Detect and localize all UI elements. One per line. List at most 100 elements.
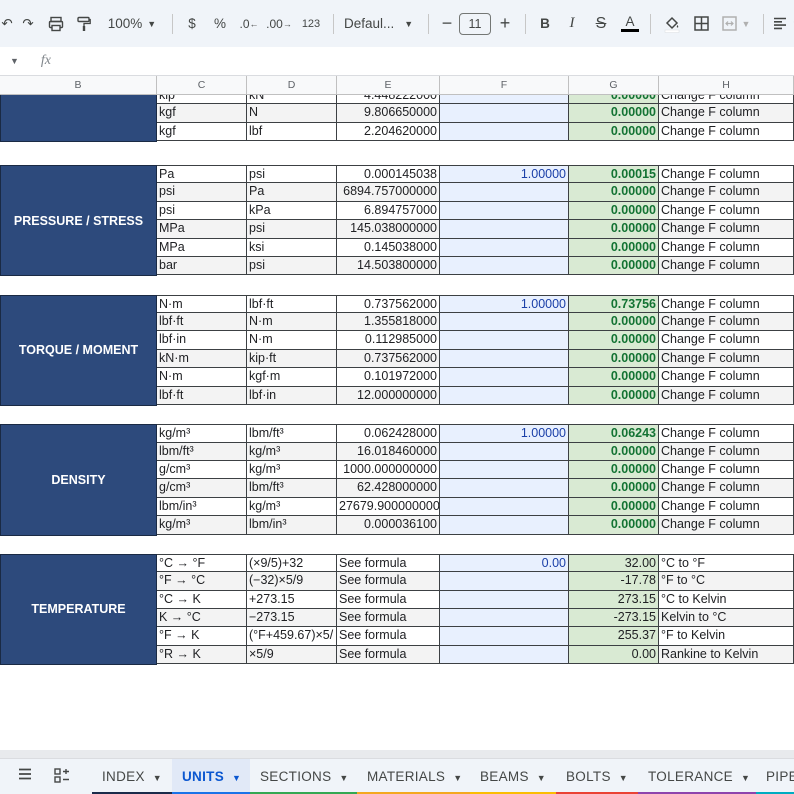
section-title-density[interactable]: DENSITY (0, 424, 157, 536)
note-cell[interactable]: Change F column (659, 442, 794, 461)
fill-color-icon[interactable] (657, 10, 687, 38)
input-cell[interactable] (440, 331, 569, 350)
result-cell[interactable]: 0.73756 (569, 294, 659, 313)
from-unit-cell[interactable]: lbf·ft (157, 313, 247, 332)
tab-units[interactable]: UNITS ▼ (172, 759, 250, 794)
result-cell[interactable]: 0.00000 (569, 313, 659, 332)
result-cell[interactable]: 0.00000 (569, 257, 659, 276)
from-unit-cell[interactable]: Pa (157, 165, 247, 184)
from-unit-cell[interactable]: g/cm³ (157, 461, 247, 480)
input-cell[interactable] (440, 442, 569, 461)
factor-cell[interactable]: 62.428000000 (337, 479, 440, 498)
to-unit-cell[interactable]: psi (247, 257, 337, 276)
from-unit-cell[interactable]: MPa (157, 220, 247, 239)
to-unit-cell[interactable]: lbf·ft (247, 294, 337, 313)
column-header-c[interactable]: C (157, 76, 247, 95)
increase-font-size-icon[interactable]: + (491, 10, 519, 38)
to-unit-cell[interactable]: kN (247, 95, 337, 105)
factor-cell[interactable]: 0.737562000 (337, 294, 440, 313)
note-cell[interactable]: Change F column (659, 331, 794, 350)
tab-pipe[interactable]: PIPE (756, 759, 794, 794)
factor-cell[interactable]: 0.000145038 (337, 165, 440, 184)
factor-cell[interactable]: 12.000000000 (337, 386, 440, 405)
result-cell[interactable]: 0.06243 (569, 424, 659, 443)
result-cell[interactable]: 0.00000 (569, 201, 659, 221)
to-unit-cell[interactable]: ×5/9 (247, 645, 337, 665)
factor-cell[interactable]: 1.355818000 (337, 313, 440, 332)
from-unit-cell[interactable]: kg/m³ (157, 424, 247, 443)
result-cell[interactable]: 0.00000 (569, 368, 659, 387)
from-unit-cell[interactable]: °F → °C (157, 572, 247, 591)
from-unit-cell[interactable]: psi (157, 201, 247, 221)
result-cell[interactable]: 0.00000 (569, 497, 659, 517)
note-cell[interactable]: Change F column (659, 104, 794, 123)
from-unit-cell[interactable]: N·m (157, 368, 247, 387)
factor-cell[interactable]: 1000.000000000 (337, 461, 440, 480)
factor-cell[interactable]: See formula (337, 553, 440, 573)
zoom-select[interactable]: 100% ▼ (98, 10, 166, 38)
factor-cell[interactable]: See formula (337, 572, 440, 591)
text-color-button[interactable]: A (616, 10, 644, 38)
result-cell[interactable]: 32.00 (569, 553, 659, 573)
input-cell[interactable] (440, 645, 569, 665)
from-unit-cell[interactable]: kN·m (157, 349, 247, 369)
to-unit-cell[interactable]: psi (247, 165, 337, 184)
column-header-h[interactable]: H (659, 76, 794, 95)
input-cell[interactable] (440, 349, 569, 369)
from-unit-cell[interactable]: °F → K (157, 627, 247, 646)
from-unit-cell[interactable]: kg/m³ (157, 516, 247, 535)
chevron-down-icon[interactable]: ▼ (453, 773, 462, 783)
result-cell[interactable]: -273.15 (569, 609, 659, 628)
result-cell[interactable]: 255.37 (569, 627, 659, 646)
section-title-torque-moment[interactable]: TORQUE / MOMENT (0, 294, 157, 406)
factor-cell[interactable]: 0.737562000 (337, 349, 440, 369)
percent-format-button[interactable]: % (205, 10, 235, 38)
tab-materials[interactable]: MATERIALS ▼ (357, 759, 470, 794)
note-cell[interactable]: Change F column (659, 165, 794, 184)
chevron-down-icon[interactable]: ▼ (153, 773, 162, 783)
to-unit-cell[interactable]: lbm/in³ (247, 516, 337, 535)
note-cell[interactable]: Rankine to Kelvin (659, 645, 794, 665)
to-unit-cell[interactable]: N (247, 104, 337, 123)
to-unit-cell[interactable]: N·m (247, 331, 337, 350)
to-unit-cell[interactable]: (−32)×5/9 (247, 572, 337, 591)
result-cell[interactable]: 0.00000 (569, 442, 659, 461)
font-size-input[interactable]: 11 (459, 12, 491, 35)
input-cell[interactable] (440, 220, 569, 239)
result-cell[interactable]: 0.00000 (569, 331, 659, 350)
factor-cell[interactable]: 0.145038000 (337, 238, 440, 257)
from-unit-cell[interactable]: kgf (157, 104, 247, 123)
result-cell[interactable]: 0.00000 (569, 349, 659, 369)
factor-cell[interactable]: 2.204620000 (337, 122, 440, 142)
input-cell[interactable]: 1.00000 (440, 165, 569, 184)
merge-cells-icon[interactable]: ▼ (715, 10, 757, 38)
paint-format-icon[interactable] (70, 10, 98, 38)
to-unit-cell[interactable]: ksi (247, 238, 337, 257)
tab-beams[interactable]: BEAMS ▼ (470, 759, 556, 794)
note-cell[interactable]: Change F column (659, 122, 794, 142)
result-cell[interactable]: 0.00000 (569, 220, 659, 239)
factor-cell[interactable]: 27679.900000000 (337, 497, 440, 517)
input-cell[interactable] (440, 368, 569, 387)
tab-tolerance[interactable]: TOLERANCE ▼ (638, 759, 756, 794)
to-unit-cell[interactable]: kip·ft (247, 349, 337, 369)
note-cell[interactable]: Change F column (659, 461, 794, 480)
to-unit-cell[interactable]: kg/m³ (247, 461, 337, 480)
name-box-dropdown-icon[interactable]: ▼ (10, 56, 19, 66)
section-title-cell[interactable] (0, 95, 157, 143)
decrease-font-size-icon[interactable]: − (435, 10, 459, 38)
to-unit-cell[interactable]: lbf (247, 122, 337, 142)
from-unit-cell[interactable]: °C → °F (157, 553, 247, 573)
result-cell[interactable]: 0.00000 (569, 95, 659, 105)
formula-input[interactable] (51, 47, 794, 75)
tab-index[interactable]: INDEX ▼ (92, 759, 172, 794)
result-cell[interactable]: 0.00000 (569, 122, 659, 142)
to-unit-cell[interactable]: lbf·in (247, 386, 337, 405)
note-cell[interactable]: °C to °F (659, 553, 794, 573)
input-cell[interactable] (440, 609, 569, 628)
chevron-down-icon[interactable]: ▼ (741, 773, 750, 783)
from-unit-cell[interactable]: MPa (157, 238, 247, 257)
to-unit-cell[interactable]: Pa (247, 183, 337, 202)
factor-cell[interactable]: 0.112985000 (337, 331, 440, 350)
input-cell[interactable] (440, 238, 569, 257)
